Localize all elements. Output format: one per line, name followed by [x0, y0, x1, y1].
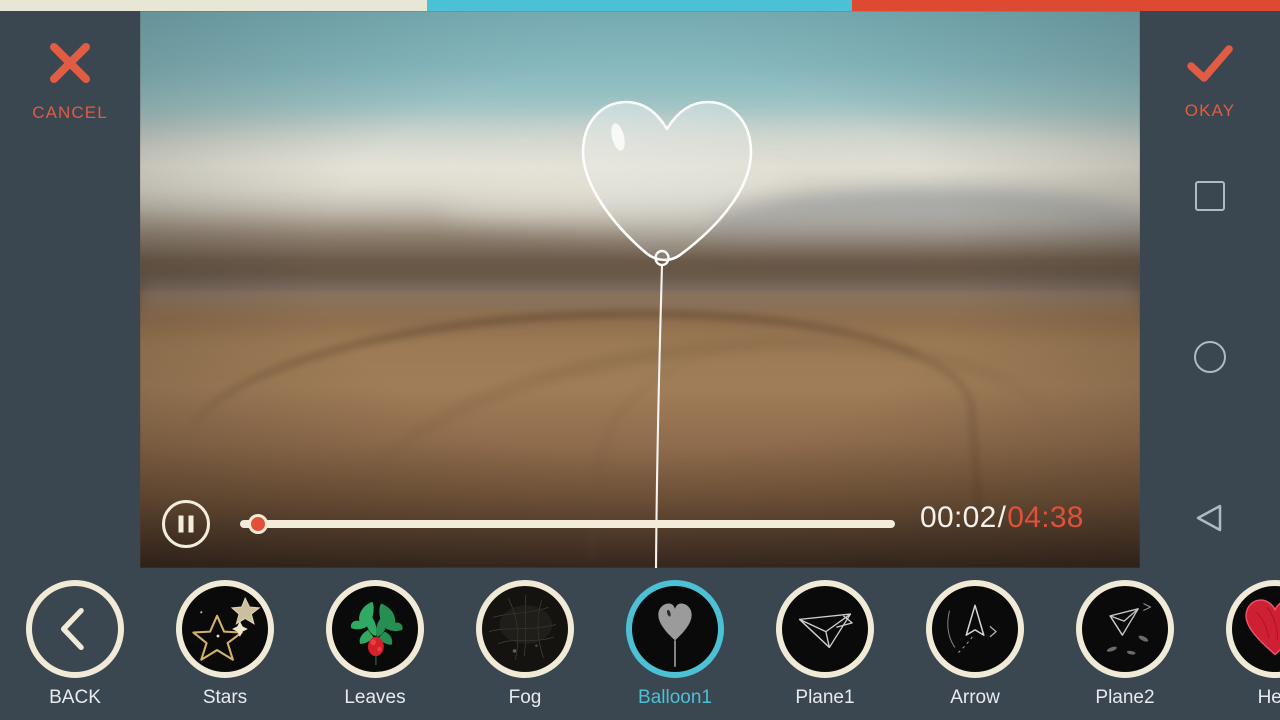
status-segment-cream [0, 0, 427, 11]
pause-button[interactable] [162, 500, 210, 548]
plane1-thumb[interactable] [776, 580, 874, 678]
cancel-label: CANCEL [32, 103, 108, 122]
carousel-label-balloon1: Balloon1 [638, 687, 712, 708]
carousel-label-leaves: Leaves [344, 687, 406, 708]
plane2-icon [1106, 603, 1152, 655]
carousel-label-plane2: Plane2 [1095, 687, 1155, 708]
current-time: 00:02 [920, 501, 997, 534]
status-strip [0, 0, 1280, 11]
close-x-icon [50, 43, 90, 83]
triangle-left-icon [1196, 504, 1222, 532]
time-separator: / [997, 501, 1007, 534]
video-preview[interactable]: 00:02/04:38 [140, 11, 1140, 568]
arrow-thumb[interactable] [926, 580, 1024, 678]
carousel-item-plane2[interactable]: Plane2 [1050, 580, 1200, 709]
circle-icon [1194, 341, 1226, 373]
heart-icon [1245, 599, 1280, 656]
carousel-item-balloon1[interactable]: Balloon1 [600, 580, 750, 709]
plane2-thumb[interactable] [1076, 580, 1174, 678]
carousel-label-arrow: Arrow [950, 687, 1000, 708]
player-controls: 00:02/04:38 [140, 498, 1140, 558]
okay-button[interactable]: OKAY [1140, 41, 1280, 121]
leaves-thumb[interactable] [326, 580, 424, 678]
carousel-item-arrow[interactable]: Arrow [900, 580, 1050, 709]
home-button[interactable] [1140, 341, 1280, 373]
chevron-left-icon [60, 607, 84, 651]
balloon1-thumb[interactable] [626, 580, 724, 678]
heart-thumb[interactable] [1226, 580, 1280, 678]
status-segment-red [852, 0, 1280, 11]
back-thumb[interactable] [26, 580, 124, 678]
carousel-item-stars[interactable]: Stars [150, 580, 300, 709]
stars-icon [192, 597, 261, 661]
back-button[interactable] [1140, 501, 1280, 540]
seek-bar[interactable] [240, 514, 895, 534]
seek-track [240, 520, 895, 528]
fog-thumb[interactable] [476, 580, 574, 678]
carousel-item-fog[interactable]: Fog [450, 580, 600, 709]
carousel-item-back[interactable]: BACK [0, 580, 150, 709]
cancel-button[interactable]: CANCEL [0, 41, 140, 123]
leaves-icon [350, 601, 403, 665]
right-action-rail: OKAY [1140, 11, 1280, 568]
carousel-label-fog: Fog [508, 687, 542, 708]
video-vignette [140, 11, 1140, 568]
square-icon [1195, 181, 1225, 211]
okay-label: OKAY [1184, 101, 1236, 120]
carousel-label-back: BACK [49, 687, 101, 708]
time-readout: 00:02/04:38 [920, 501, 1084, 535]
pause-icon [178, 515, 194, 533]
recents-button[interactable] [1140, 181, 1280, 211]
carousel-label-stars: Stars [202, 687, 248, 708]
total-time: 04:38 [1007, 501, 1084, 534]
arrow-icon [947, 604, 998, 655]
check-icon [1187, 45, 1233, 82]
app-root: CANCEL 00:02/04:38 OKAY BACK Stars Leave… [0, 0, 1280, 720]
balloon1-icon [658, 603, 692, 667]
seek-thumb[interactable] [248, 514, 268, 534]
status-segment-teal [427, 0, 852, 11]
carousel-label-heart: Hea [1257, 687, 1280, 708]
carousel-item-plane1[interactable]: Plane1 [750, 580, 900, 709]
carousel-label-plane1: Plane1 [795, 687, 855, 708]
stars-thumb[interactable] [176, 580, 274, 678]
plane1-icon [798, 613, 853, 649]
carousel-item-heart[interactable]: Hea [1200, 580, 1280, 709]
left-action-rail: CANCEL [0, 11, 140, 568]
fog-icon [488, 594, 556, 660]
sticker-carousel[interactable]: BACK Stars Leaves Fog Balloon1 Plane1 Ar… [0, 568, 1280, 720]
carousel-item-leaves[interactable]: Leaves [300, 580, 450, 709]
